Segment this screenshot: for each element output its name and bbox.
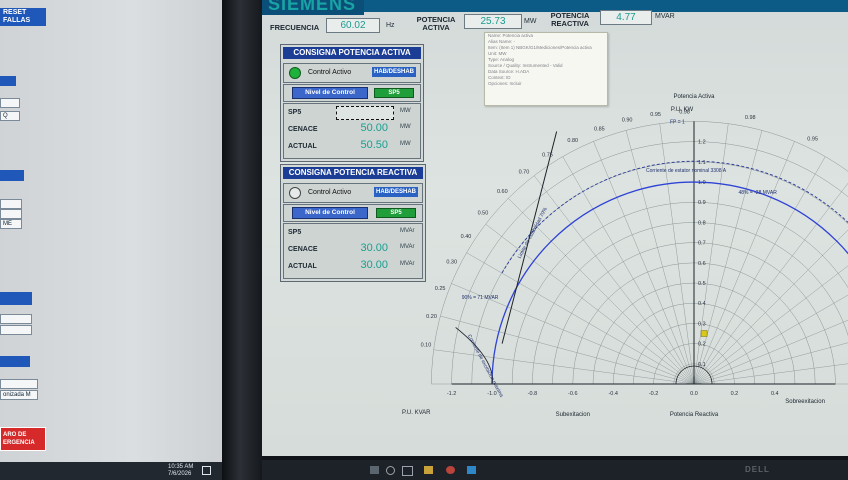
pf-label: 0.20 xyxy=(426,314,437,320)
grid-arc xyxy=(471,161,848,385)
x-tick-label: -0.8 xyxy=(528,391,537,397)
pf-label: 0.90 xyxy=(622,118,633,124)
grid-radial xyxy=(693,229,848,385)
annotation: Corriente de excitacion maxima xyxy=(466,334,504,399)
left-field[interactable] xyxy=(0,379,38,389)
y-tick-label: 0.2 xyxy=(698,342,706,348)
x-tick-label: -1.2 xyxy=(447,391,456,397)
pf-label: 0.75 xyxy=(542,152,553,158)
left-field[interactable] xyxy=(0,314,32,324)
region-label: Sobreexitacion xyxy=(785,399,825,405)
pf-label: 0.60 xyxy=(497,189,508,195)
grid-radial xyxy=(466,252,695,385)
x-tick-label: -1.0 xyxy=(487,391,496,397)
left-field[interactable]: Q xyxy=(0,111,20,121)
left-status-bar xyxy=(0,356,30,367)
annotation: 48% = -28 MVAR xyxy=(738,190,777,196)
x-tick-label: 0.0 xyxy=(690,391,698,397)
taskbar-date: 7/6/2026 xyxy=(168,471,192,477)
search-icon[interactable] xyxy=(386,466,395,475)
pf-label: 0.40 xyxy=(461,234,472,240)
field-current-curve xyxy=(501,160,848,274)
y-tick-label: 0.4 xyxy=(698,301,706,307)
x-tick-label: -0.4 xyxy=(608,391,617,397)
y-tick-label: 1.0 xyxy=(698,180,706,186)
y-tick-label: 1.2 xyxy=(698,140,706,146)
reset-faults-button[interactable]: RESET FALLAS xyxy=(0,8,46,26)
y-axis-label: P.U. KW xyxy=(671,107,694,113)
grid-radial xyxy=(593,141,695,385)
grid-radial xyxy=(693,141,795,385)
task-view-icon[interactable] xyxy=(402,466,413,476)
emergency-line-1: ARO DE xyxy=(3,432,27,438)
y-tick-label: 0.5 xyxy=(698,281,706,287)
pf-label: 0.95 xyxy=(650,112,661,118)
left-field[interactable] xyxy=(0,98,20,108)
tag-tooltip: Name: Potencia activa Alias Name: - Item: … xyxy=(484,32,608,106)
browser-icon[interactable] xyxy=(446,466,455,474)
tooltip-line: Opciones: Incluir xyxy=(488,81,522,86)
grid-radial xyxy=(659,123,695,385)
grid-radial xyxy=(693,363,848,385)
x-tick-label: 0.2 xyxy=(731,391,739,397)
emergency-stop-button[interactable]: ARO DE ERGENCIA xyxy=(0,427,46,451)
left-field[interactable] xyxy=(0,325,32,335)
y-tick-label: 0.3 xyxy=(698,321,706,327)
y-tick-label: 1.1 xyxy=(698,160,706,166)
reset-button-line-1: RESET xyxy=(3,9,27,16)
left-field-text: ME xyxy=(3,221,12,227)
pf-label: 0.10 xyxy=(421,342,432,348)
left-field-text: Q xyxy=(3,113,8,119)
folder-icon[interactable] xyxy=(424,466,433,474)
annotation: Limite de estabilidad 70% xyxy=(517,206,549,260)
y-tick-label: 0.1 xyxy=(698,362,706,368)
y-tick-label: 0.8 xyxy=(698,220,706,226)
pf-label: 0.25 xyxy=(435,286,446,292)
x-tick-label: -0.2 xyxy=(649,391,658,397)
annotation: 90% = 71 MVAR xyxy=(462,295,499,301)
reset-button-line-2: FALLAS xyxy=(3,17,31,24)
app-icon[interactable] xyxy=(467,466,476,474)
left-status-bar xyxy=(0,292,32,305)
left-field[interactable] xyxy=(0,209,22,219)
start-icon[interactable] xyxy=(370,466,379,474)
emergency-line-2: ERGENCIA xyxy=(3,440,35,446)
grid-arc xyxy=(511,202,848,385)
operating-point xyxy=(700,330,708,337)
left-taskbar: 10:35 AM 7/6/2026 xyxy=(0,462,222,480)
x-tick-label: -0.6 xyxy=(568,391,577,397)
taskbar-time: 10:35 AM xyxy=(168,464,194,470)
pf-label: 0.80 xyxy=(567,138,578,144)
annotation: FP = 1 xyxy=(670,119,685,125)
notification-icon[interactable] xyxy=(202,466,211,475)
dell-logo: DELL xyxy=(745,465,770,474)
grid-arc xyxy=(451,141,848,385)
pf-label: 0.30 xyxy=(446,259,457,265)
main-screen: SIEMENS FRECUENCIA 60.02 Hz POTENCIA ACT… xyxy=(262,0,848,460)
x-axis-label: Potencia Reactiva xyxy=(670,412,719,418)
left-status-bar xyxy=(0,170,24,181)
left-field[interactable]: onizada M xyxy=(0,390,38,400)
left-field-text: onizada M xyxy=(3,392,31,398)
pf-label: 0.85 xyxy=(594,126,605,132)
pf-label: 0.95 xyxy=(807,137,818,143)
pf-label: 0.98 xyxy=(745,115,756,121)
left-field[interactable]: ME xyxy=(0,219,22,229)
chart-title: Potencia Activa xyxy=(673,94,715,100)
annotation: Corriente de estator nominal 3308 A xyxy=(646,168,727,174)
pf-label: 0.50 xyxy=(478,211,489,217)
monitor-bezel xyxy=(222,0,262,480)
pf-label: 0.70 xyxy=(519,169,530,175)
x-tick-label: 0.4 xyxy=(771,391,779,397)
grid-radial xyxy=(433,349,695,385)
x-unit-label: P.U. KVAR xyxy=(402,410,431,416)
y-tick-label: 0.9 xyxy=(698,200,706,206)
left-field[interactable] xyxy=(0,199,22,209)
y-tick-label: 0.7 xyxy=(698,241,706,247)
left-status-bar xyxy=(0,76,16,86)
left-monitor: RESET FALLAS Q ME onizada M ARO DE ERGEN… xyxy=(0,0,222,480)
y-tick-label: 0.6 xyxy=(698,261,706,267)
region-label: Subexitacion xyxy=(556,412,590,418)
grid-radial xyxy=(562,156,695,385)
